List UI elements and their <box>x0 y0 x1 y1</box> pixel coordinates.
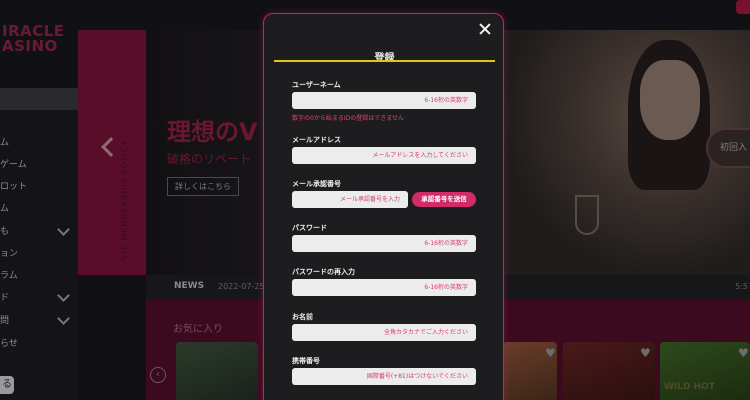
name-input[interactable]: 全角カタカナでご入力ください <box>292 324 476 341</box>
phone-input[interactable]: 国際番号(+81)はつけないでください <box>292 368 476 385</box>
password-confirm-label: パスワードの再入力 <box>292 268 355 276</box>
send-code-button[interactable]: 承認番号を送信 <box>412 192 476 207</box>
email-code-input[interactable]: メール承認番号を入力 <box>292 191 408 208</box>
email-label: メールアドレス <box>292 136 341 144</box>
registration-modal: 登録 ユーザーネーム 6-16桁の英数字 数字の0から始まるIDの登録はできませ… <box>263 13 504 400</box>
hero-face <box>640 60 700 140</box>
close-icon[interactable] <box>477 22 493 38</box>
password-label: パスワード <box>292 224 327 232</box>
username-error: 数字の0から始まるIDの登録はできません <box>292 115 405 122</box>
username-label: ユーザーネーム <box>292 81 341 89</box>
phone-label: 携帯番号 <box>292 357 320 365</box>
email-code-label: メール承認番号 <box>292 180 341 188</box>
password-input[interactable]: 6-16桁の英数字 <box>292 235 476 252</box>
username-input[interactable]: 6-16桁の英数字 <box>292 92 476 109</box>
page: IRACLE ASINO ムゲーム ロットムもョン ラムド問らせ る VIP MEM… <box>0 0 750 400</box>
name-label: お名前 <box>292 313 313 321</box>
title-underline <box>274 60 495 62</box>
email-input[interactable]: メールアドレスを入力してください <box>292 147 476 164</box>
password-confirm-input[interactable]: 6-16桁の英数字 <box>292 279 476 296</box>
